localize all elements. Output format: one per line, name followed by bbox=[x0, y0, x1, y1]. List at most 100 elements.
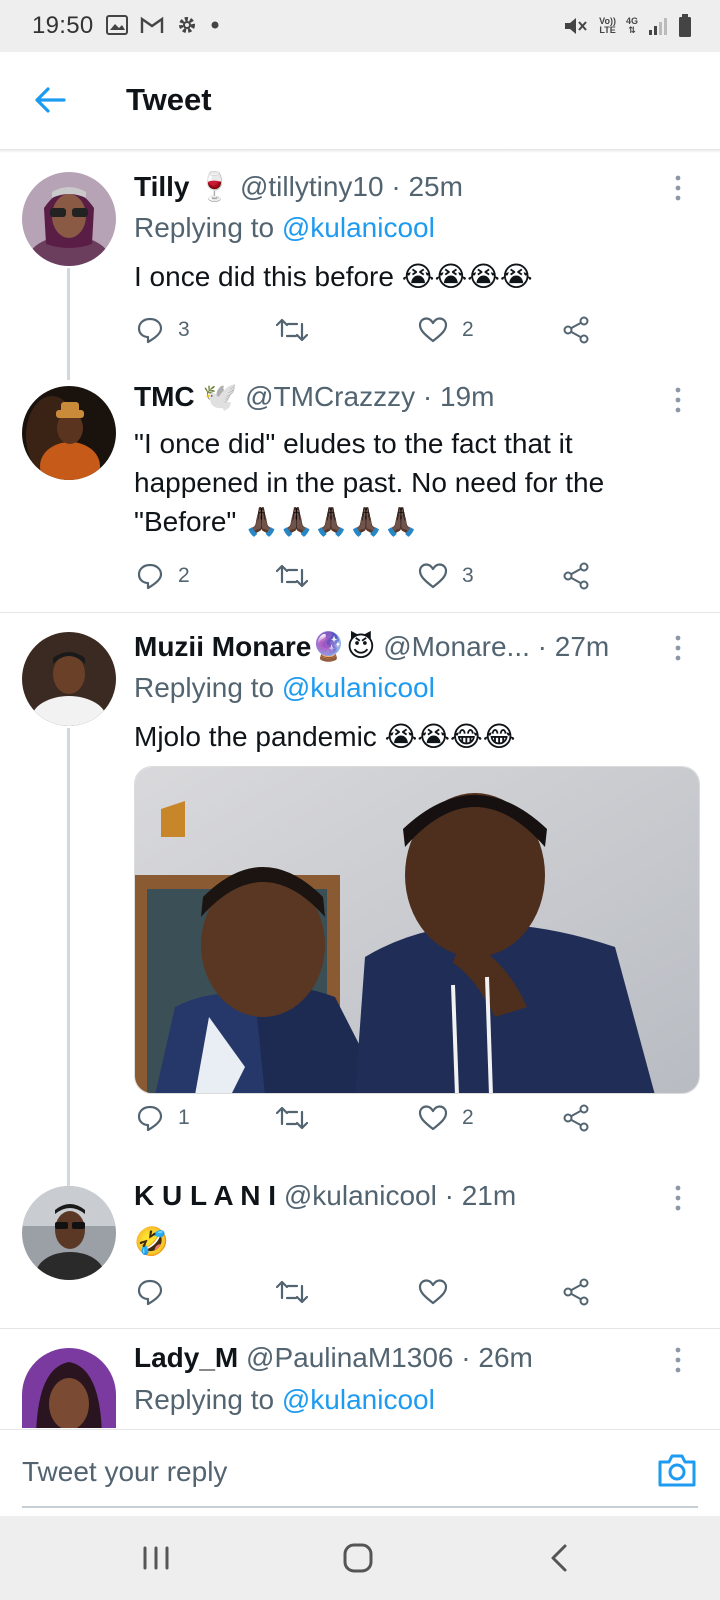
replying-to: Replying to @kulanicool bbox=[134, 1384, 435, 1416]
tweet-header: Lady_M @PaulinaM1306 · 26m bbox=[134, 1342, 660, 1374]
tweet-media-image[interactable] bbox=[134, 766, 700, 1094]
reply-action[interactable]: 2 bbox=[136, 558, 190, 594]
reply-icon bbox=[137, 317, 163, 344]
reply-count: 1 bbox=[178, 1106, 190, 1129]
thread-line bbox=[67, 268, 70, 380]
mute-icon bbox=[565, 18, 587, 34]
status-time: 19:50 bbox=[32, 12, 94, 39]
more-options-icon[interactable] bbox=[672, 386, 684, 414]
reply-count: 2 bbox=[178, 564, 190, 587]
tweet-text: I once did this before 😭😭😭😭 bbox=[134, 257, 674, 296]
like-action[interactable]: 2 bbox=[418, 1100, 474, 1136]
retweet-action[interactable] bbox=[276, 312, 308, 348]
tweet-time: 26m bbox=[478, 1342, 533, 1373]
recent-apps-icon[interactable] bbox=[136, 1540, 176, 1576]
separator-dot: · bbox=[444, 1180, 454, 1211]
more-options-icon[interactable] bbox=[672, 634, 684, 662]
tweet-time: 27m bbox=[554, 631, 610, 662]
avatar-tmc[interactable] bbox=[22, 386, 116, 480]
heart-icon bbox=[418, 563, 448, 589]
tweet-author-name[interactable]: TMC bbox=[134, 381, 195, 412]
more-options-icon[interactable] bbox=[672, 1184, 684, 1212]
tweet-author-name[interactable]: Lady_M bbox=[134, 1342, 238, 1373]
share-action[interactable] bbox=[562, 312, 590, 348]
tweet-actions: 3 2 bbox=[134, 312, 634, 348]
replying-to-mention[interactable]: @kulanicool bbox=[282, 1384, 435, 1415]
tweet-divider bbox=[0, 1328, 720, 1329]
replying-to-label: Replying to bbox=[134, 672, 275, 703]
like-count: 2 bbox=[462, 1106, 474, 1129]
battery-icon bbox=[679, 14, 691, 37]
tweet-text-content: I once did this before bbox=[134, 261, 394, 292]
settings-icon bbox=[179, 17, 195, 33]
reply-icon bbox=[137, 1279, 163, 1306]
share-icon bbox=[563, 316, 589, 344]
replying-to-mention[interactable]: @kulanicool bbox=[282, 212, 435, 243]
like-action[interactable] bbox=[418, 1274, 448, 1310]
tweet-author-name[interactable]: Muzii Monare bbox=[134, 631, 311, 662]
back-nav-icon[interactable] bbox=[540, 1540, 580, 1576]
separator-dot: · bbox=[391, 171, 401, 202]
replying-to: Replying to @kulanicool bbox=[134, 672, 435, 704]
replying-to-mention[interactable]: @kulanicool bbox=[282, 672, 435, 703]
retweet-action[interactable] bbox=[276, 1100, 308, 1136]
reply-icon bbox=[137, 1105, 163, 1132]
retweet-action[interactable] bbox=[276, 558, 308, 594]
tweet-header: K U L A N I @kulanicool · 21m bbox=[134, 1180, 660, 1212]
tweet-author-handle[interactable]: @kulanicool bbox=[284, 1180, 437, 1211]
camera-icon[interactable] bbox=[656, 1450, 698, 1490]
tweet-author-handle[interactable]: @PaulinaM1306 bbox=[246, 1342, 453, 1373]
gmail-icon bbox=[140, 16, 164, 33]
tweet-text-emoji: 🤣 bbox=[134, 1226, 169, 1257]
tweet-author-handle[interactable]: @Monare... bbox=[383, 631, 530, 662]
reply-bar: Tweet your reply bbox=[0, 1429, 720, 1515]
header-divider bbox=[0, 150, 720, 153]
tweet-text-emoji: 😭😭😂😂 bbox=[384, 721, 516, 752]
share-action[interactable] bbox=[562, 1274, 590, 1310]
like-action[interactable]: 3 bbox=[418, 558, 474, 594]
tweet-header: Muzii Monare🔮😈 @Monare... · 27m bbox=[134, 630, 650, 663]
volte-icon: Vo)) LTE bbox=[599, 17, 616, 35]
retweet-icon bbox=[276, 318, 308, 342]
like-action[interactable]: 2 bbox=[418, 312, 474, 348]
heart-icon bbox=[418, 1279, 448, 1305]
avatar-lady-m[interactable] bbox=[22, 1348, 116, 1428]
retweet-icon bbox=[276, 1106, 308, 1130]
avatar-kulani[interactable] bbox=[22, 1186, 116, 1280]
share-action[interactable] bbox=[562, 558, 590, 594]
tweet-time: 25m bbox=[408, 171, 463, 202]
tweet-author-handle[interactable]: @tillytiny10 bbox=[240, 171, 384, 202]
tweet-author-name[interactable]: K U L A N I bbox=[134, 1180, 276, 1211]
tweet-reply-input[interactable]: Tweet your reply bbox=[22, 1456, 227, 1488]
signal-icon bbox=[649, 18, 667, 35]
image-icon bbox=[106, 15, 128, 35]
reply-action[interactable]: 3 bbox=[136, 312, 190, 348]
share-action[interactable] bbox=[562, 1100, 590, 1136]
reply-action[interactable]: 1 bbox=[136, 1100, 190, 1136]
tweet-text: 🤣 bbox=[134, 1222, 674, 1261]
tweet-text-emoji: 😭😭😭😭 bbox=[401, 261, 533, 292]
reply-icon bbox=[137, 563, 163, 590]
tweet-author-name[interactable]: Tilly bbox=[134, 171, 190, 202]
avatar-muzii-monare[interactable] bbox=[22, 632, 116, 726]
like-count: 2 bbox=[462, 318, 474, 341]
retweet-action[interactable] bbox=[276, 1274, 308, 1310]
back-arrow-icon[interactable] bbox=[30, 80, 70, 120]
tweet-author-handle[interactable]: @TMCrazzzy bbox=[245, 381, 415, 412]
retweet-icon bbox=[276, 564, 308, 588]
dove-emoji: 🕊️ bbox=[202, 381, 238, 412]
more-options-icon[interactable] bbox=[672, 1346, 684, 1374]
home-icon[interactable] bbox=[338, 1540, 378, 1576]
tweet-actions bbox=[134, 1274, 634, 1310]
separator-dot: · bbox=[422, 381, 433, 412]
more-options-icon[interactable] bbox=[672, 174, 684, 202]
crystal-ball-devil-emoji: 🔮😈 bbox=[311, 631, 376, 662]
dot-icon bbox=[211, 21, 219, 29]
avatar-tilly[interactable] bbox=[22, 172, 116, 266]
heart-icon bbox=[418, 317, 448, 343]
tweet-text-content: Mjolo the pandemic bbox=[134, 721, 377, 752]
reply-action[interactable] bbox=[136, 1274, 164, 1310]
header: Tweet bbox=[0, 52, 720, 150]
replying-to-label: Replying to bbox=[134, 212, 275, 243]
thread-line bbox=[67, 728, 70, 1186]
